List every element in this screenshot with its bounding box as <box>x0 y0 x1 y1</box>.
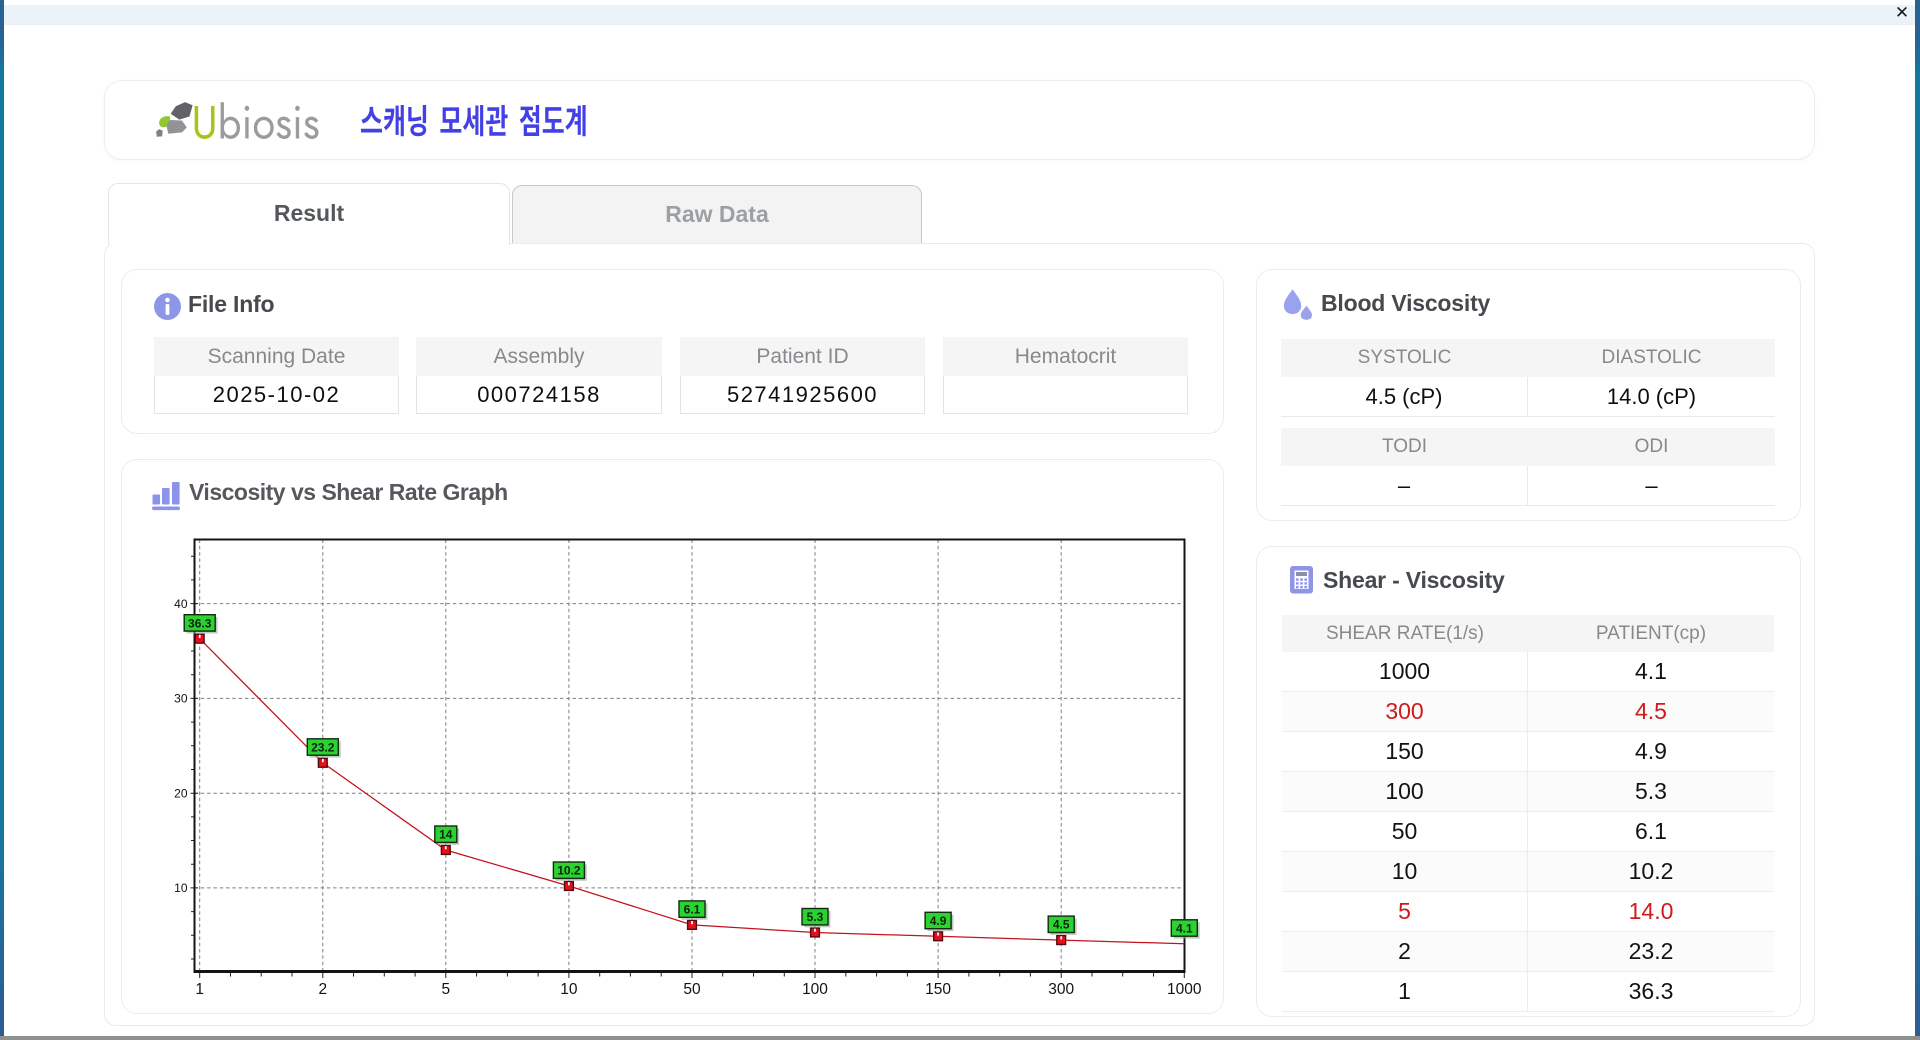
svg-text:10.2: 10.2 <box>557 864 581 878</box>
svg-text:4.1: 4.1 <box>1176 921 1193 935</box>
svg-text:100: 100 <box>802 981 828 998</box>
svg-text:4.5: 4.5 <box>1053 918 1070 932</box>
svg-text:36.3: 36.3 <box>188 616 212 630</box>
svg-text:4.9: 4.9 <box>930 914 947 928</box>
svg-text:30: 30 <box>174 692 188 706</box>
svg-text:14: 14 <box>439 828 453 842</box>
svg-text:150: 150 <box>925 981 951 998</box>
svg-text:2: 2 <box>318 981 327 998</box>
svg-text:10: 10 <box>560 981 578 998</box>
svg-text:20: 20 <box>174 787 188 801</box>
svg-text:40: 40 <box>174 597 188 611</box>
svg-text:1000: 1000 <box>1167 981 1202 998</box>
svg-text:10: 10 <box>174 881 188 895</box>
svg-text:6.1: 6.1 <box>684 903 701 917</box>
svg-text:50: 50 <box>683 981 701 998</box>
svg-text:5: 5 <box>441 981 450 998</box>
svg-text:300: 300 <box>1048 981 1074 998</box>
svg-text:5.3: 5.3 <box>807 910 824 924</box>
svg-text:23.2: 23.2 <box>311 740 335 754</box>
svg-text:1: 1 <box>195 981 204 998</box>
